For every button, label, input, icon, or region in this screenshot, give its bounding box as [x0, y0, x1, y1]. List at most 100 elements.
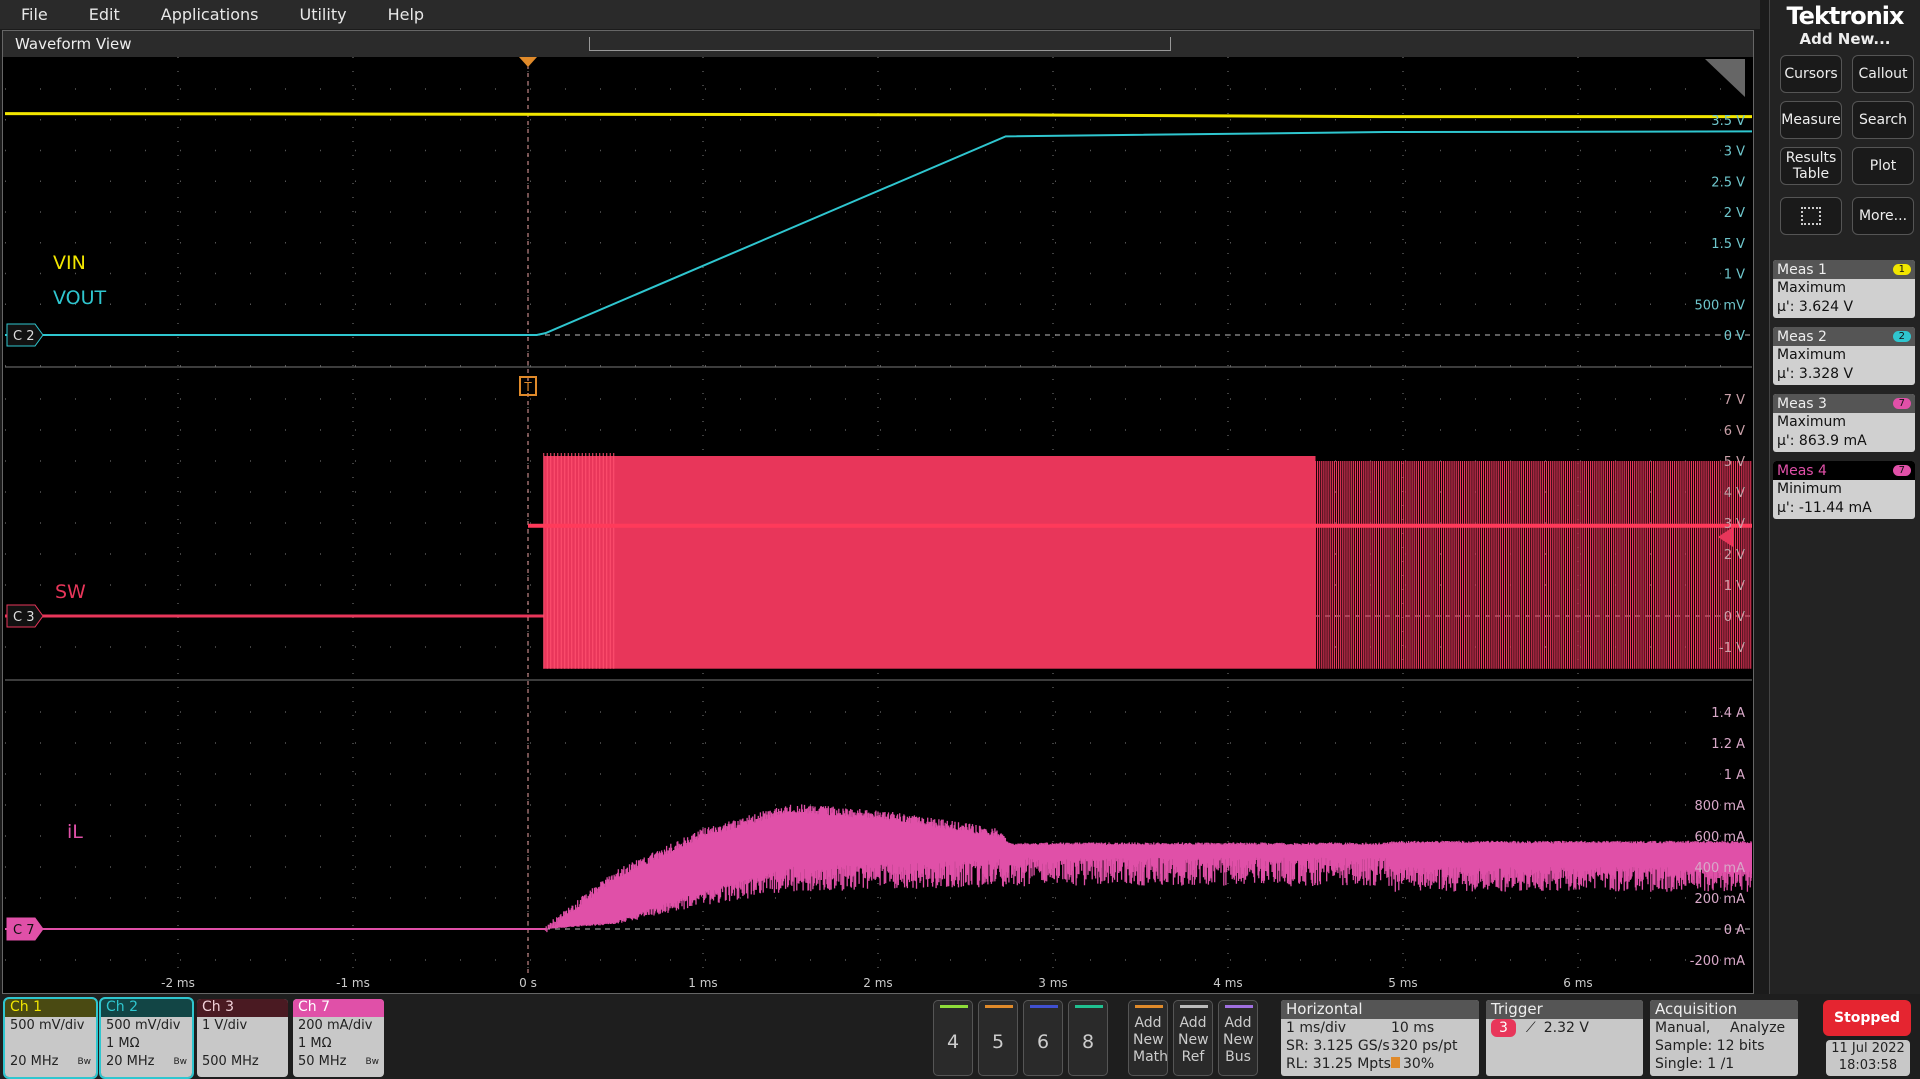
channel-impedance: 1 MΩ: [293, 1035, 384, 1053]
sw-label: SW: [55, 581, 86, 603]
cursors-button[interactable]: Cursors: [1780, 55, 1842, 93]
channel-bandwidth: 50 MHz: [298, 1053, 347, 1071]
channel-impedance: 1 MΩ: [101, 1035, 192, 1053]
x-tick-label: -1 ms: [336, 976, 370, 990]
slot-label: 6: [1037, 1031, 1049, 1053]
y-tick-label-ch3: -1 V: [1719, 641, 1745, 656]
acquisition-analyze: Analyze: [1730, 1020, 1785, 1036]
menu-utility[interactable]: Utility: [300, 5, 347, 24]
y-tick-label-ch7: 200 mA: [1694, 892, 1745, 907]
meas-value: µ': -11.44 mA: [1773, 499, 1915, 518]
plot-button[interactable]: Plot: [1852, 147, 1914, 185]
measure-button[interactable]: Measure: [1780, 101, 1842, 139]
measurement-badge-3[interactable]: Meas 3 7 Maximum µ': 863.9 mA: [1773, 394, 1915, 452]
y-tick-label-ch2: 2.5 V: [1711, 175, 1745, 190]
bandwidth-limit-icon: Bw: [77, 1053, 91, 1071]
y-tick-label-ch2: 0 V: [1724, 329, 1745, 344]
menu-help[interactable]: Help: [388, 5, 424, 24]
y-tick-label-ch3: 4 V: [1724, 486, 1745, 501]
add-new-ref-button[interactable]: Add New Ref: [1173, 1000, 1213, 1076]
meas-title: Meas 3: [1777, 396, 1827, 412]
zoom-select-icon: [1801, 207, 1821, 225]
channel-badge-1[interactable]: Ch 1 500 mV/div 20 MHz Bw: [5, 999, 96, 1077]
vin-trace: [5, 114, 1752, 117]
search-button[interactable]: Search: [1852, 101, 1914, 139]
channel-slot-8[interactable]: 8: [1068, 1000, 1108, 1076]
results-table-button[interactable]: Results Table: [1780, 147, 1842, 185]
add-label: Add New Bus: [1223, 1015, 1253, 1066]
acquisition-single: Single: 1 /1: [1650, 1055, 1798, 1073]
y-tick-label-ch2: 3.5 V: [1711, 114, 1745, 129]
channel-c2-label: C 2: [13, 329, 34, 344]
trigger-title: Trigger: [1486, 1000, 1643, 1019]
add-new-math-button[interactable]: Add New Math: [1128, 1000, 1168, 1076]
meas-source-badge: 7: [1893, 398, 1911, 409]
meas-value: µ': 3.624 V: [1773, 298, 1915, 317]
tektronix-logo: Tektronix: [1770, 2, 1920, 30]
menu-applications[interactable]: Applications: [161, 5, 259, 24]
meas-value: µ': 863.9 mA: [1773, 432, 1915, 451]
channel-badge-2[interactable]: Ch 2 500 mV/div 1 MΩ 20 MHz Bw: [101, 999, 192, 1077]
x-tick-label: 4 ms: [1213, 976, 1242, 990]
menu-edit[interactable]: Edit: [89, 5, 120, 24]
waveform-graticule[interactable]: T VIN VOUT SW iL C 2 C 3 C 7 3.5 V 3 V 2.5 V 2 V 1.5…: [5, 57, 1752, 993]
meas-title: Meas 1: [1777, 262, 1827, 278]
acquisition-panel[interactable]: Acquisition Manual, Analyze Sample: 12 bi…: [1650, 1000, 1798, 1076]
il-label: iL: [67, 821, 83, 843]
menu-file[interactable]: File: [21, 5, 48, 24]
vout-trace: [5, 131, 1752, 335]
sample-rate: SR: 3.125 GS/s: [1286, 1037, 1391, 1055]
x-tick-label: 2 ms: [863, 976, 892, 990]
more-button[interactable]: More...: [1852, 197, 1914, 235]
measurement-badge-4[interactable]: Meas 4 7 Minimum µ': -11.44 mA: [1773, 461, 1915, 519]
vout-label: VOUT: [53, 287, 107, 309]
record-overview[interactable]: [589, 37, 1171, 51]
channel-name: Ch 7: [293, 999, 384, 1017]
x-tick-label: 0 s: [519, 976, 537, 990]
meas-type: Maximum: [1773, 279, 1915, 298]
y-tick-label-ch7: 1.4 A: [1711, 706, 1745, 721]
x-tick-label: 6 ms: [1563, 976, 1592, 990]
measurement-badge-2[interactable]: Meas 2 2 Maximum µ': 3.328 V: [1773, 327, 1915, 385]
zoom-select-button[interactable]: [1780, 197, 1842, 235]
y-tick-label-ch3: 6 V: [1724, 424, 1745, 439]
channel-slot-4[interactable]: 4: [933, 1000, 973, 1076]
trigger-marker-label: T: [523, 380, 532, 394]
channel-bandwidth: 20 MHz: [106, 1053, 155, 1071]
waveform-view[interactable]: Waveform View T VIN VOUT SW iL C 2C 3C 7 3.5 V…: [2, 30, 1754, 994]
slot-label: 4: [947, 1031, 959, 1053]
add-new-bus-button[interactable]: Add New Bus: [1218, 1000, 1258, 1076]
trigger-position-icon: [1391, 1057, 1400, 1068]
zoom-corner-icon: [1705, 59, 1745, 97]
horizontal-panel[interactable]: Horizontal 1 ms/div 10 ms SR: 3.125 GS/s3…: [1281, 1000, 1479, 1076]
channel-slot-6[interactable]: 6: [1023, 1000, 1063, 1076]
y-tick-label-ch7: 400 mA: [1694, 861, 1745, 876]
record-length: RL: 31.25 Mpts: [1286, 1055, 1391, 1073]
channel-impedance: [5, 1035, 96, 1053]
meas-type: Maximum: [1773, 346, 1915, 365]
channel-c7-label: C 7: [13, 923, 34, 938]
y-tick-label-ch3: 0 V: [1724, 610, 1745, 625]
channel-badge-4[interactable]: Ch 7 200 mA/div 1 MΩ 50 MHz Bw: [293, 999, 384, 1077]
meas-source-badge: 7: [1893, 465, 1911, 476]
run-stop-button[interactable]: Stopped: [1823, 1000, 1911, 1036]
channel-bandwidth: 20 MHz: [10, 1053, 59, 1071]
channel-name: Ch 3: [197, 999, 288, 1017]
y-tick-label-ch3: 1 V: [1724, 579, 1745, 594]
menu-bar: File Edit Applications Utility Help: [0, 0, 1760, 29]
y-tick-label-ch7: 1.2 A: [1711, 737, 1745, 752]
channel-badge-3[interactable]: Ch 3 1 V/div 500 MHz: [197, 999, 288, 1077]
channel-impedance: [197, 1035, 288, 1053]
channel-slot-5[interactable]: 5: [978, 1000, 1018, 1076]
measurement-badge-1[interactable]: Meas 1 1 Maximum µ': 3.624 V: [1773, 260, 1915, 318]
horizontal-title: Horizontal: [1281, 1000, 1479, 1019]
bandwidth-limit-icon: Bw: [365, 1053, 379, 1071]
meas-title: Meas 2: [1777, 329, 1827, 345]
y-tick-label-ch3: 3 V: [1724, 517, 1745, 532]
rising-edge-icon: ⟋: [1526, 1020, 1536, 1036]
resolution: 320 ps/pt: [1391, 1038, 1457, 1054]
trigger-panel[interactable]: Trigger 3 ⟋ 2.32 V: [1486, 1000, 1643, 1076]
meas-source-badge: 1: [1893, 264, 1911, 275]
channel-scale: 500 mV/div: [101, 1017, 192, 1035]
callout-button[interactable]: Callout: [1852, 55, 1914, 93]
